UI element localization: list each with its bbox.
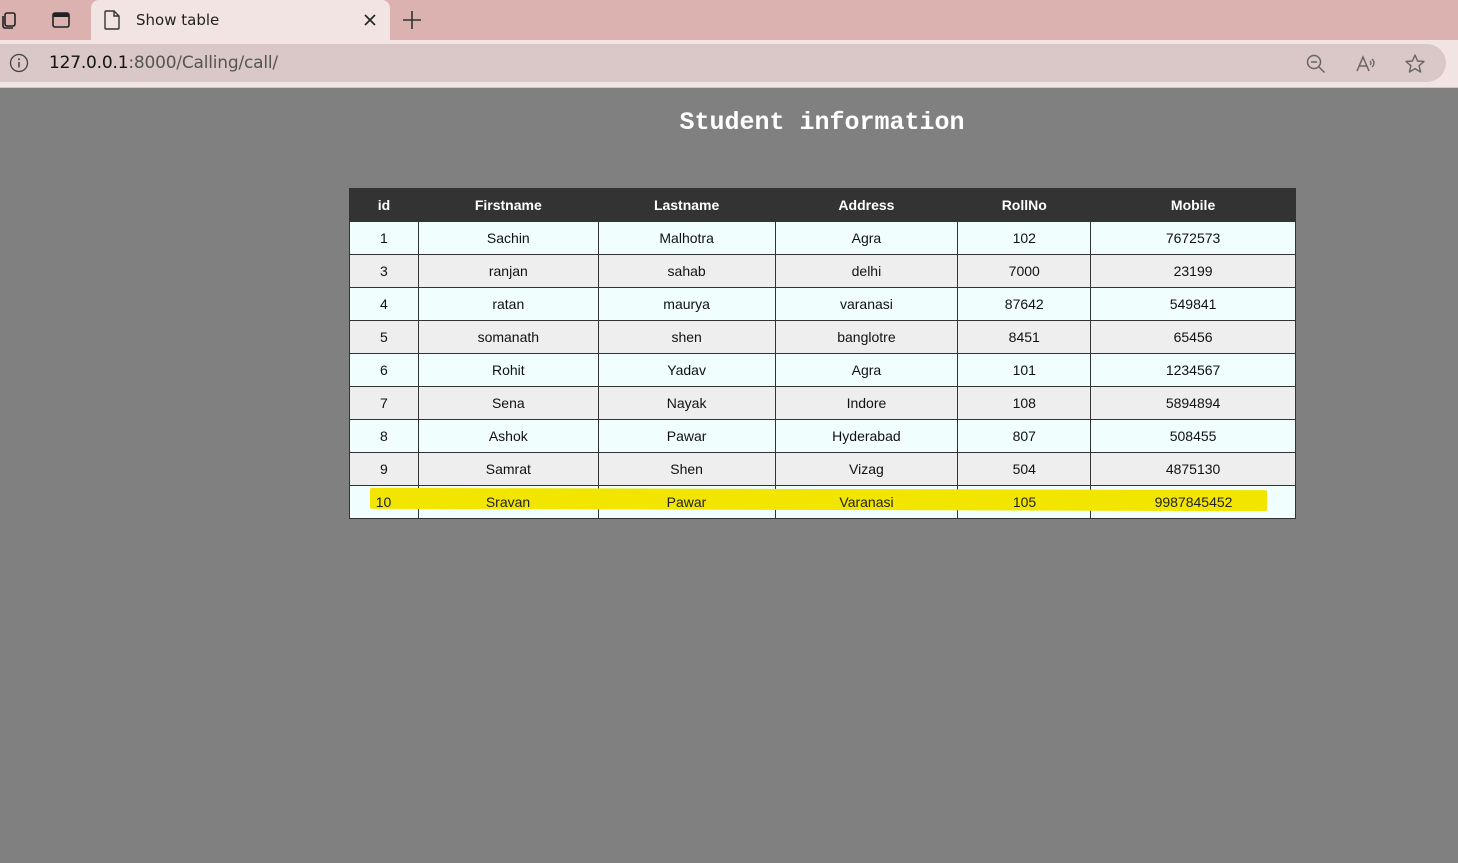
cell-mobile: 549841 bbox=[1090, 287, 1296, 321]
cell-address: Agra bbox=[774, 353, 959, 387]
table-row: 4 ratan maurya varanasi 87642 549841 bbox=[349, 287, 1296, 321]
table-row: 9 Samrat Shen Vizag 504 4875130 bbox=[349, 452, 1296, 486]
cell-mobile: 4875130 bbox=[1090, 452, 1296, 486]
tab-show-table[interactable]: Show table bbox=[91, 0, 390, 41]
cell-lastname: sahab bbox=[597, 254, 776, 288]
cell-rollno: 108 bbox=[957, 386, 1092, 420]
close-icon[interactable] bbox=[361, 11, 379, 29]
cell-mobile: 7672573 bbox=[1090, 221, 1296, 255]
cell-rollno: 87642 bbox=[957, 287, 1092, 321]
table-header-row: id Firstname Lastname Address RollNo Mob… bbox=[349, 188, 1296, 222]
cell-firstname: Rohit bbox=[417, 353, 599, 387]
column-header-id: id bbox=[349, 188, 419, 222]
cell-rollno: 7000 bbox=[957, 254, 1092, 288]
highlighter-mark bbox=[369, 487, 1268, 512]
cell-lastname: Yadav bbox=[597, 353, 776, 387]
address-bar[interactable]: 127.0.0.1:8000/Calling/call/ bbox=[0, 44, 1446, 82]
cell-address: Hyderabad bbox=[774, 419, 959, 453]
cell-id: 6 bbox=[349, 353, 419, 387]
cell-rollno: 101 bbox=[957, 353, 1092, 387]
table-row: 7 Sena Nayak Indore 108 5894894 bbox=[349, 386, 1296, 420]
cell-lastname: Pawar bbox=[597, 419, 776, 453]
cell-id: 3 bbox=[349, 254, 419, 288]
cell-firstname: ratan bbox=[417, 287, 599, 321]
cell-lastname: Nayak bbox=[597, 386, 776, 420]
star-icon[interactable] bbox=[1404, 53, 1426, 75]
cell-mobile: 65456 bbox=[1090, 320, 1296, 354]
cell-lastname: Malhotra bbox=[597, 221, 776, 255]
cell-firstname: Ashok bbox=[417, 419, 599, 453]
cell-mobile: 23199 bbox=[1090, 254, 1296, 288]
url-path: :8000/Calling/call/ bbox=[128, 53, 278, 73]
cell-id: 7 bbox=[349, 386, 419, 420]
cell-id: 5 bbox=[349, 320, 419, 354]
cell-firstname: Sachin bbox=[417, 221, 599, 255]
table-row: 8 Ashok Pawar Hyderabad 807 508455 bbox=[349, 419, 1296, 453]
column-header-lastname: Lastname bbox=[597, 188, 776, 222]
student-table: id Firstname Lastname Address RollNo Mob… bbox=[349, 188, 1296, 519]
cell-lastname: maurya bbox=[597, 287, 776, 321]
table-row: 5 somanath shen banglotre 8451 65456 bbox=[349, 320, 1296, 354]
cell-rollno: 8451 bbox=[957, 320, 1092, 354]
cell-id: 4 bbox=[349, 287, 419, 321]
cell-firstname: somanath bbox=[417, 320, 599, 354]
collections-icon[interactable] bbox=[0, 6, 24, 34]
cell-address: Agra bbox=[774, 221, 959, 255]
cell-mobile: 1234567 bbox=[1090, 353, 1296, 387]
address-toolbar: 127.0.0.1:8000/Calling/call/ bbox=[0, 40, 1458, 88]
column-header-rollno: RollNo bbox=[957, 188, 1092, 222]
url-host: 127.0.0.1 bbox=[49, 53, 129, 73]
cell-mobile: 5894894 bbox=[1090, 386, 1296, 420]
cell-firstname: ranjan bbox=[417, 254, 599, 288]
page-icon bbox=[104, 10, 120, 30]
page-title: Student information bbox=[679, 108, 965, 137]
table-row: 6 Rohit Yadav Agra 101 1234567 bbox=[349, 353, 1296, 387]
cell-rollno: 102 bbox=[957, 221, 1092, 255]
column-header-mobile: Mobile bbox=[1090, 188, 1296, 222]
cell-id: 1 bbox=[349, 221, 419, 255]
cell-address: Indore bbox=[774, 386, 959, 420]
cell-id: 9 bbox=[349, 452, 419, 486]
read-aloud-icon[interactable] bbox=[1355, 53, 1377, 75]
cell-mobile: 508455 bbox=[1090, 419, 1296, 453]
column-header-address: Address bbox=[774, 188, 959, 222]
cell-address: varanasi bbox=[774, 287, 959, 321]
zoom-out-icon[interactable] bbox=[1305, 53, 1327, 75]
cell-lastname: Shen bbox=[597, 452, 776, 486]
cell-firstname: Sena bbox=[417, 386, 599, 420]
cell-rollno: 807 bbox=[957, 419, 1092, 453]
cell-address: delhi bbox=[774, 254, 959, 288]
cell-lastname: shen bbox=[597, 320, 776, 354]
table-row: 1 Sachin Malhotra Agra 102 7672573 bbox=[349, 221, 1296, 255]
info-icon[interactable] bbox=[9, 53, 29, 73]
tab-strip: Show table bbox=[0, 0, 1458, 41]
tab-title: Show table bbox=[136, 11, 220, 29]
cell-rollno: 504 bbox=[957, 452, 1092, 486]
vertical-tabs-icon[interactable] bbox=[47, 6, 75, 34]
table-row: 3 ranjan sahab delhi 7000 23199 bbox=[349, 254, 1296, 288]
url-text[interactable]: 127.0.0.1:8000/Calling/call/ bbox=[49, 53, 278, 73]
plus-icon[interactable] bbox=[400, 8, 424, 32]
cell-address: Vizag bbox=[774, 452, 959, 486]
cell-firstname: Samrat bbox=[417, 452, 599, 486]
cell-id: 8 bbox=[349, 419, 419, 453]
column-header-firstname: Firstname bbox=[417, 188, 599, 222]
cell-address: banglotre bbox=[774, 320, 959, 354]
